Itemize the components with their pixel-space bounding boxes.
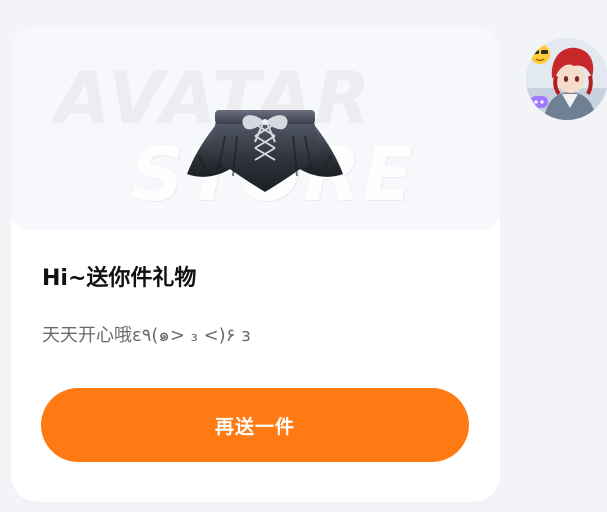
skirt-icon[interactable]: [185, 96, 345, 206]
sunglasses-emoji-icon: [530, 44, 550, 64]
sender-avatar[interactable]: [526, 38, 607, 120]
gift-title: Hi~送你件礼物: [42, 266, 197, 291]
gift-message: 天天开心哦ε٩(๑> ₃ <)۶ з: [42, 325, 251, 346]
gift-message-card: AVATAR STORE: [11, 26, 500, 502]
gift-banner: AVATAR STORE: [11, 26, 500, 230]
send-again-button[interactable]: 再送一件: [41, 388, 469, 462]
